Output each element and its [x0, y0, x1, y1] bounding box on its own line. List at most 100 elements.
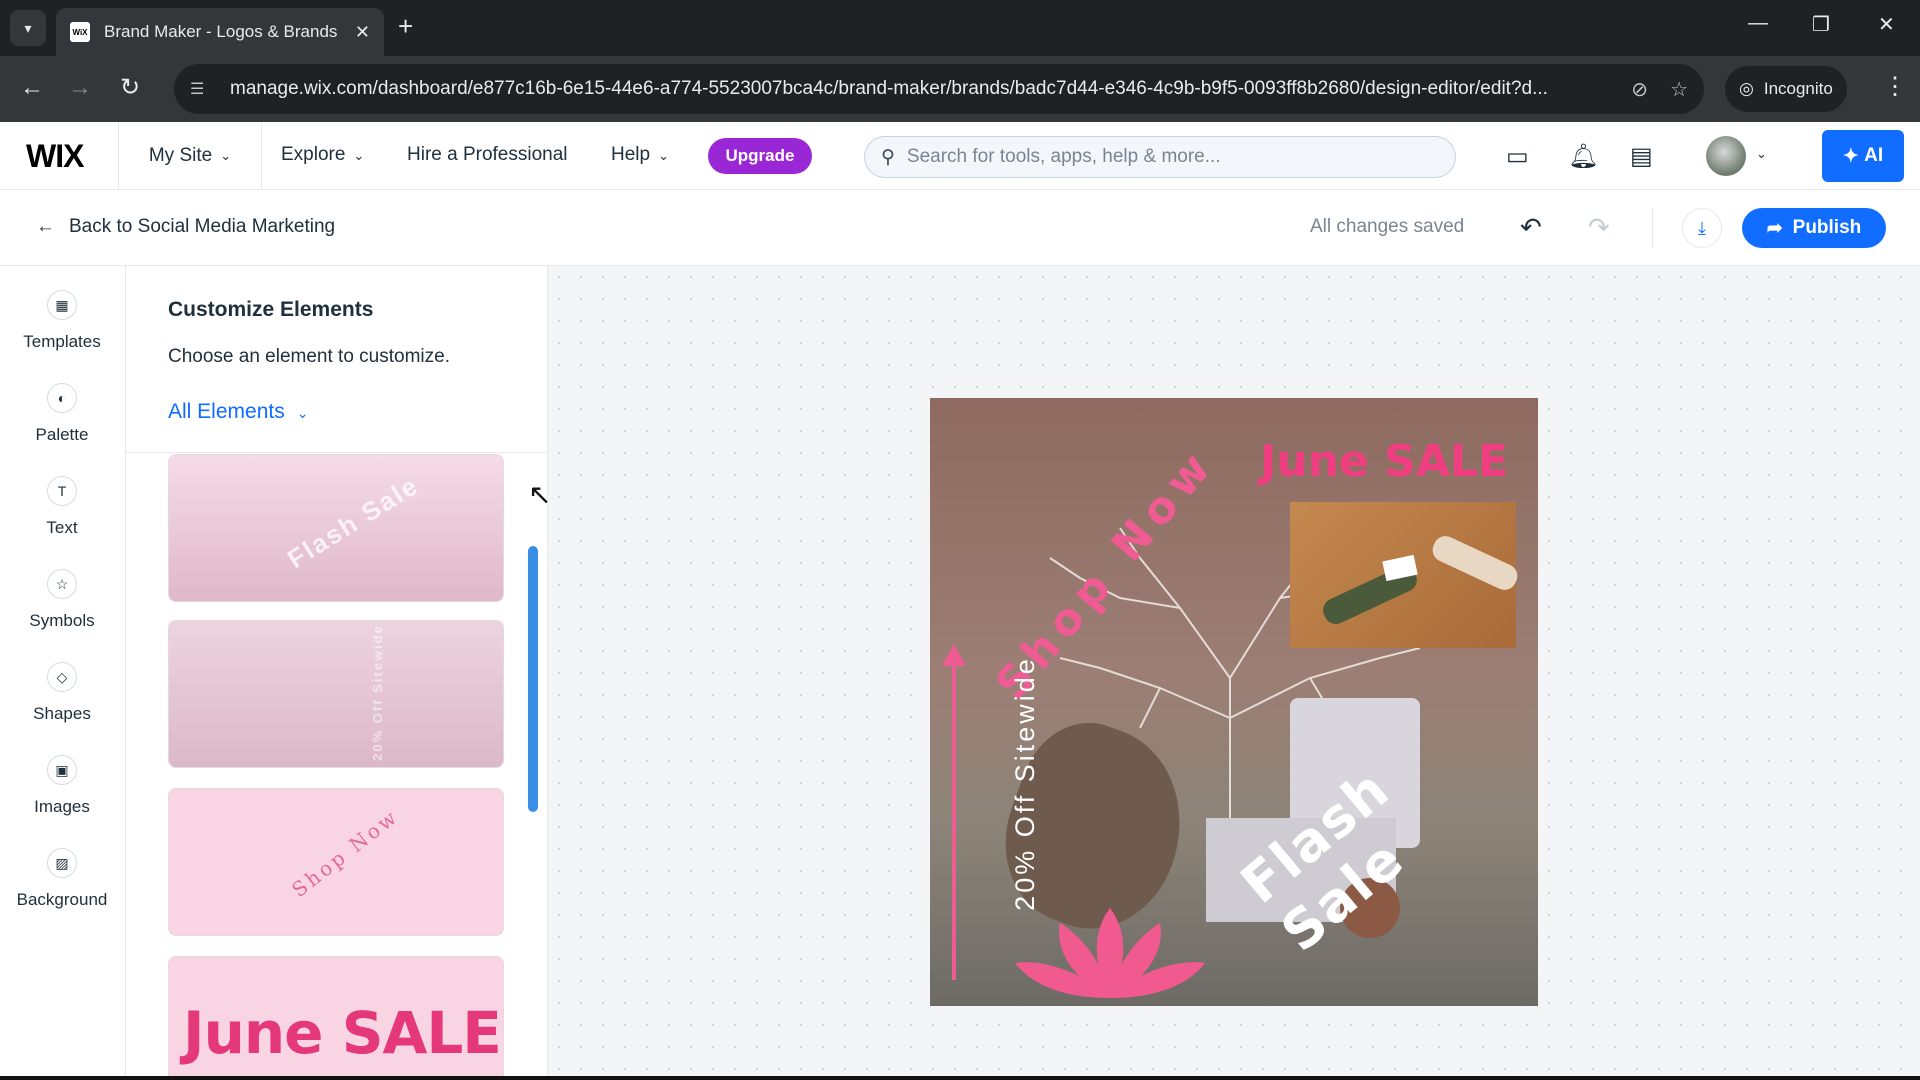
shapes-icon: ◇ — [47, 662, 77, 692]
templates-icon: ▦ — [47, 290, 77, 320]
ai-label: AI — [1864, 145, 1884, 166]
tab-list-chevron-icon[interactable]: ▾ — [10, 10, 46, 46]
sidebar-label: Templates — [23, 332, 101, 351]
palette-icon: ◐ — [47, 383, 77, 413]
sidebar-label: Background — [16, 890, 108, 909]
sidebar-item-symbols[interactable]: ☆ Symbols — [0, 569, 124, 631]
screen-edge — [0, 1076, 1920, 1080]
redo-icon[interactable]: ↷ — [1588, 212, 1610, 243]
restore-icon[interactable]: ❐ — [1812, 12, 1830, 37]
eye-off-icon[interactable]: ⊘ — [1631, 77, 1648, 102]
new-tab-plus-icon[interactable]: + — [398, 12, 413, 40]
search-input[interactable]: ⚲ Search for tools, apps, help & more... — [864, 136, 1456, 178]
site-info-icon[interactable]: ☰ — [190, 79, 212, 99]
chevron-down-icon: ⌄ — [296, 405, 309, 421]
incognito-icon: ◎ — [1739, 79, 1754, 98]
handshake-photo — [1290, 502, 1522, 648]
notifications-bell-icon[interactable]: 🔔︎ — [1568, 142, 1598, 171]
elements-filter-dropdown[interactable]: All Elements ⌄ — [168, 400, 308, 424]
sidebar-item-background[interactable]: ▨ Background — [0, 848, 124, 910]
back-link[interactable]: ← Back to Social Media Marketing — [36, 216, 335, 238]
sidebar-item-images[interactable]: ▣ Images — [0, 755, 124, 817]
url-text: manage.wix.com/dashboard/e877c16b-6e15-4… — [230, 78, 1548, 99]
publish-button[interactable]: ➦ Publish — [1742, 208, 1886, 248]
wix-header: WIX My Site ⌄ Explore ⌄ Hire a Profession… — [0, 122, 1920, 190]
browser-menu-icon[interactable]: ⋮ — [1883, 72, 1907, 101]
back-arrow-icon[interactable]: ← — [20, 74, 44, 102]
design-discount[interactable]: 20% Off Sitewide — [1010, 656, 1041, 911]
help-label: Help — [611, 144, 651, 165]
card-text: June SALE — [183, 999, 502, 1067]
explore-label: Explore — [281, 144, 346, 165]
search-placeholder: Search for tools, apps, help & more... — [906, 146, 1221, 167]
customize-panel: Customize Elements Choose an element to … — [126, 266, 548, 1080]
element-card-shop-now[interactable]: Shop Now — [168, 788, 504, 936]
forward-arrow-icon[interactable]: → — [68, 74, 92, 102]
browser-tab-strip: ▾ WiX Brand Maker - Logos & Brands ✕ + —… — [0, 0, 1920, 56]
chevron-down-icon: ⌄ — [353, 148, 365, 163]
card-text: Flash Sale — [282, 469, 425, 575]
background-icon: ▨ — [47, 848, 77, 878]
divider — [1652, 208, 1653, 248]
element-card-flash-sale[interactable]: Flash Sale — [168, 454, 504, 602]
design-headline[interactable]: June SALE — [1260, 436, 1508, 487]
sidebar-label: Palette — [35, 425, 89, 444]
sidebar-item-templates[interactable]: ▦ Templates — [0, 290, 124, 352]
sidebar-label: Shapes — [33, 704, 91, 723]
tab-title: Brand Maker - Logos & Brands — [104, 22, 338, 41]
avatar[interactable] — [1706, 136, 1746, 176]
download-icon[interactable]: ⤓ — [1682, 208, 1722, 248]
chevron-down-icon: ⌄ — [220, 147, 232, 163]
incognito-label: Incognito — [1763, 79, 1833, 98]
wix-favicon-icon: WiX — [70, 22, 90, 42]
back-label: Back to Social Media Marketing — [69, 216, 336, 237]
browser-toolbar: ← → ↻ ☰ manage.wix.com/dashboard/e877c16… — [0, 56, 1920, 122]
save-status: All changes saved — [1310, 216, 1465, 237]
share-arrow-icon: ➦ — [1766, 217, 1783, 239]
sparkle-icon: ✦ — [1842, 145, 1859, 167]
search-icon: ⚲ — [881, 146, 895, 168]
sidebar-item-text[interactable]: T Text — [0, 476, 124, 538]
my-site-menu[interactable]: My Site ⌄ — [118, 122, 262, 189]
sidebar-item-shapes[interactable]: ◇ Shapes — [0, 662, 124, 724]
sidebar-label: Images — [34, 797, 90, 816]
reload-icon[interactable]: ↻ — [120, 74, 140, 102]
incognito-badge[interactable]: ◎ Incognito — [1725, 66, 1847, 112]
panel-scrollbar[interactable] — [528, 546, 538, 812]
symbols-icon: ☆ — [47, 569, 77, 599]
editor-subbar: ← Back to Social Media Marketing All chan… — [0, 190, 1920, 266]
bookmark-star-icon[interactable]: ☆ — [1670, 77, 1688, 102]
chevron-down-icon: ⌄ — [658, 148, 669, 163]
sidebar-label: Text — [46, 518, 78, 537]
minimize-icon[interactable]: — — [1748, 12, 1768, 35]
card-text: 20% Off Sitewide — [369, 624, 385, 761]
divider — [126, 452, 547, 453]
mouse-cursor-icon: ↖ — [528, 479, 552, 510]
undo-icon[interactable]: ↶ — [1520, 212, 1542, 243]
tab-close-icon[interactable]: ✕ — [355, 22, 370, 43]
sidebar-item-palette[interactable]: ◐ Palette — [0, 383, 124, 445]
chevron-down-icon[interactable]: ⌄ — [1756, 146, 1767, 162]
publish-label: Publish — [1792, 217, 1862, 238]
window-close-icon[interactable]: ✕ — [1878, 12, 1895, 37]
tools-sidebar: ▦ Templates ◐ Palette T Text ☆ Symbols ◇… — [0, 266, 126, 1080]
sidebar-label: Symbols — [29, 611, 95, 630]
hand-right — [1428, 532, 1522, 594]
address-bar[interactable]: ☰ manage.wix.com/dashboard/e877c16b-6e15… — [174, 64, 1704, 114]
wix-logo[interactable]: WIX — [26, 138, 84, 175]
explore-menu[interactable]: Explore ⌄ — [281, 144, 364, 166]
upgrade-button[interactable]: Upgrade — [708, 138, 812, 174]
chat-icon[interactable]: ▭ — [1506, 142, 1529, 171]
element-card-discount[interactable]: 20% Off Sitewide — [168, 620, 504, 768]
ai-button[interactable]: ✦ AI — [1822, 130, 1904, 182]
element-card-june-sale[interactable]: June SALE — [168, 956, 504, 1080]
hire-professional-link[interactable]: Hire a Professional — [407, 144, 568, 166]
card-text: Shop Now — [287, 804, 404, 902]
help-menu[interactable]: Help ⌄ — [611, 144, 669, 166]
browser-tab[interactable]: WiX Brand Maker - Logos & Brands ✕ — [56, 8, 384, 56]
social-post-design[interactable]: June SALE Shop Now 20% Off Sitewide Flas… — [930, 398, 1538, 1006]
my-site-label: My Site — [148, 144, 213, 166]
filter-label: All Elements — [168, 400, 285, 423]
arrow-line — [952, 660, 956, 980]
news-icon[interactable]: ▤ — [1630, 142, 1653, 171]
